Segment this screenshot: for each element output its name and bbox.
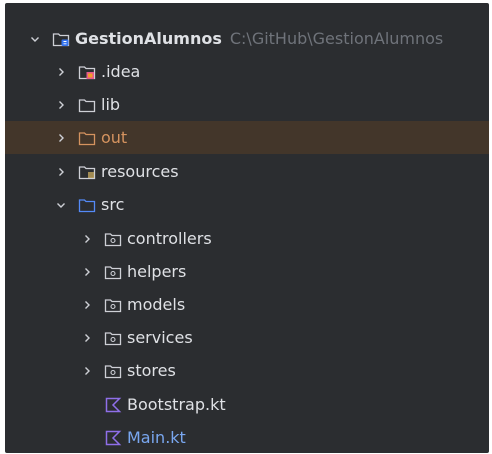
project-folder-icon [51,30,71,48]
tree-row-controllers[interactable]: controllers [5,222,489,255]
chevron-right-icon[interactable] [81,266,93,278]
chevron-right-icon[interactable] [81,332,93,344]
tree-row-resources[interactable]: resources [5,155,489,188]
package-icon [103,296,123,314]
folder-icon [77,96,97,114]
tree-row-src[interactable]: src [5,188,489,221]
project-name: GestionAlumnos [75,29,222,48]
tree-row-lib[interactable]: lib [5,88,489,121]
chevron-down-icon[interactable] [29,33,41,45]
tree-row-bootstrap-kt[interactable]: Bootstrap.kt [5,388,489,421]
project-tree-panel: GestionAlumnos C:\GitHub\GestionAlumnos … [5,3,489,453]
chevron-right-icon[interactable] [81,233,93,245]
idea-folder-icon [77,63,97,81]
tree-row-helpers[interactable]: helpers [5,255,489,288]
chevron-right-icon[interactable] [55,66,67,78]
tree-row-main-kt[interactable]: Main.kt [5,421,489,454]
file-label: Bootstrap.kt [127,395,226,414]
tree-item-label: helpers [127,262,187,281]
chevron-down-icon[interactable] [55,199,67,211]
tree-row-stores[interactable]: stores [5,354,489,387]
excluded-folder-icon [77,129,97,147]
tree-item-label: .idea [101,62,141,81]
package-icon [103,362,123,380]
file-label: Main.kt [127,428,186,447]
kotlin-file-icon [103,429,123,447]
tree-item-label: out [101,128,128,147]
tree-item-label: services [127,328,193,347]
tree-row-models[interactable]: models [5,288,489,321]
tree-item-label: resources [101,162,179,181]
package-icon [103,263,123,281]
package-icon [103,329,123,347]
resources-folder-icon [77,163,97,181]
chevron-right-icon[interactable] [55,166,67,178]
chevron-right-icon[interactable] [81,299,93,311]
chevron-right-icon[interactable] [81,365,93,377]
tree-item-label: src [101,195,125,214]
tree-item-label: lib [101,95,121,114]
kotlin-file-icon [103,396,123,414]
tree-item-label: controllers [127,229,212,248]
tree-row-out[interactable]: out [5,121,489,154]
package-icon [103,230,123,248]
tree-item-label: models [127,295,186,314]
source-folder-icon [77,196,97,214]
tree-row-idea[interactable]: .idea [5,55,489,88]
tree-item-label: stores [127,361,176,380]
chevron-right-icon[interactable] [55,99,67,111]
tree-row-root[interactable]: GestionAlumnos C:\GitHub\GestionAlumnos [5,22,489,55]
project-path: C:\GitHub\GestionAlumnos [229,29,444,48]
tree-row-services[interactable]: services [5,321,489,354]
chevron-right-icon[interactable] [55,132,67,144]
